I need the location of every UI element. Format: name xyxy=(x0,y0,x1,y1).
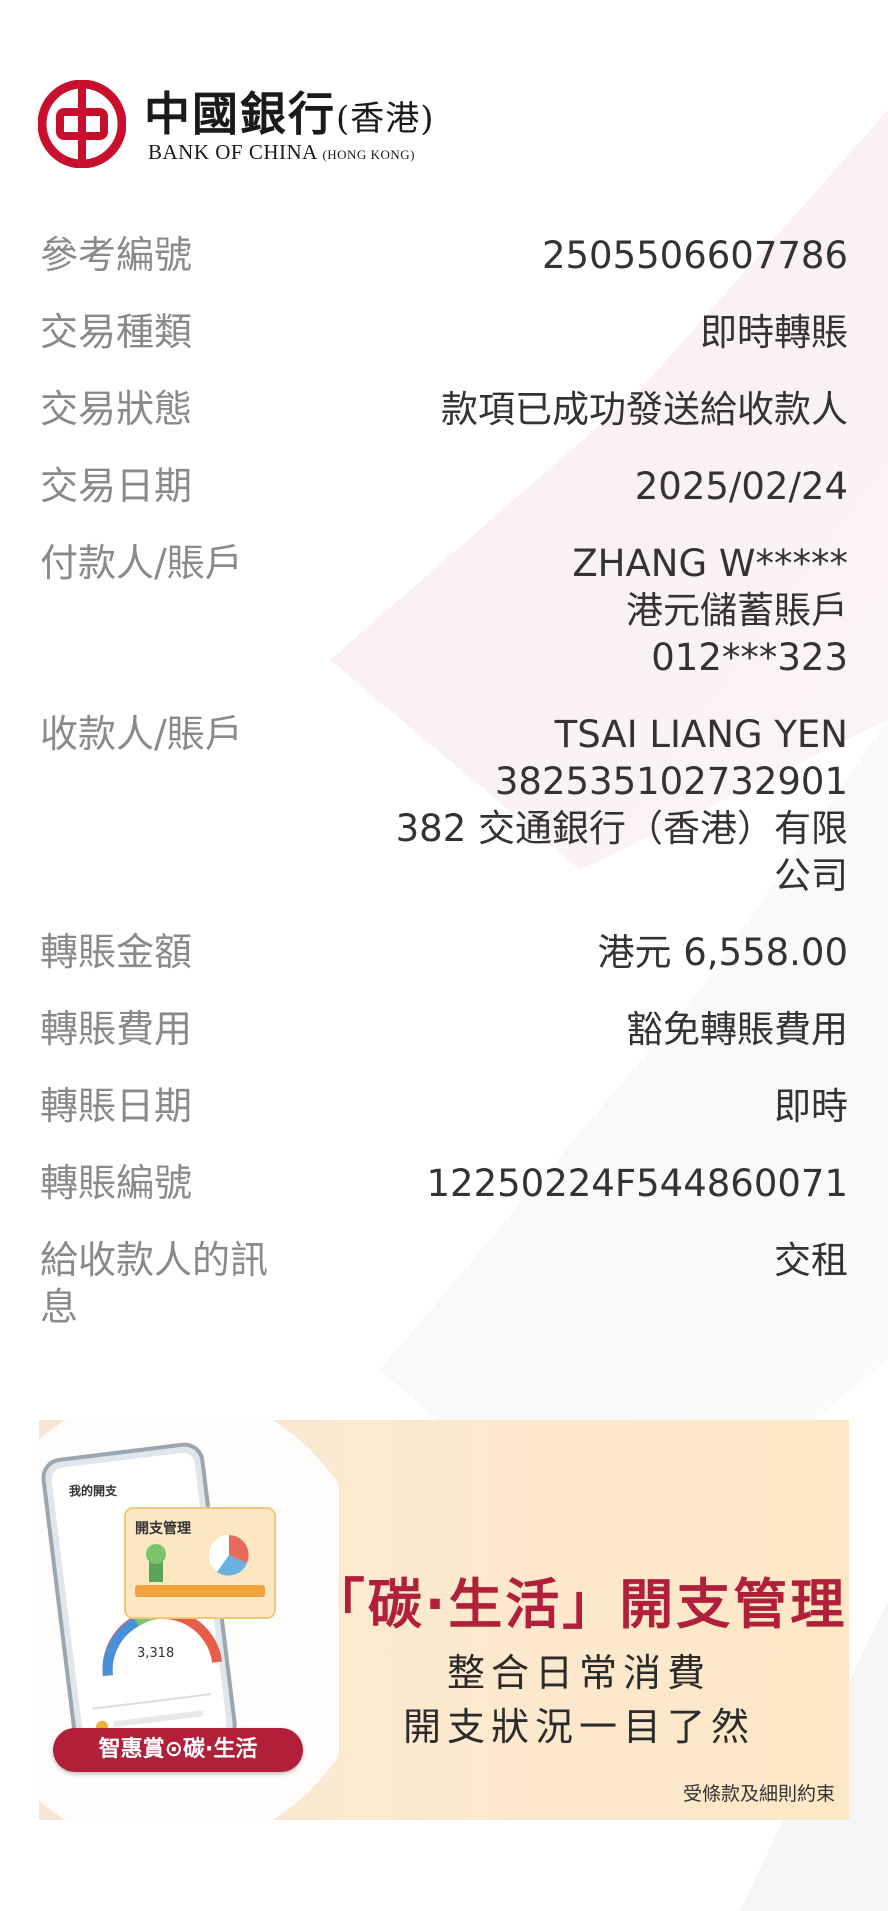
reward-pill[interactable]: 智惠賞⊙碳·生活 xyxy=(53,1728,303,1772)
detail-label: 轉賬日期 xyxy=(40,1084,193,1128)
detail-label: 收款人/賬戶 xyxy=(40,712,243,756)
detail-label: 轉賬費用 xyxy=(40,1007,193,1051)
detail-label: 轉賬編號 xyxy=(40,1161,193,1205)
detail-value: 12250224F544860071 xyxy=(426,1162,848,1205)
detail-value: 即時轉賬 xyxy=(700,311,848,354)
detail-row-type: 交易種類 即時轉賬 xyxy=(40,309,848,356)
detail-value: 豁免轉賬費用 xyxy=(626,1008,848,1051)
detail-row-transfer-number: 轉賬編號 12250224F544860071 xyxy=(40,1160,848,1207)
transaction-details: 參考編號 2505506607786 交易種類 即時轉賬 交易狀態 款項已成功發… xyxy=(40,232,848,1361)
detail-row-transfer-date: 轉賬日期 即時 xyxy=(40,1083,848,1130)
detail-value: 2505506607786 xyxy=(541,234,848,277)
detail-row-message: 給收款人的訊息 交租 xyxy=(40,1237,848,1331)
detail-label: 交易日期 xyxy=(40,464,193,508)
detail-value: 2025/02/24 xyxy=(634,465,848,508)
detail-label: 給收款人的訊息 xyxy=(40,1238,269,1329)
detail-value: 港元 6,558.00 xyxy=(597,931,848,974)
boc-emblem-icon xyxy=(38,80,126,168)
detail-value: 即時 xyxy=(774,1085,848,1128)
detail-label: 交易種類 xyxy=(40,310,193,354)
detail-row-date: 交易日期 2025/02/24 xyxy=(40,463,848,510)
detail-label: 轉賬金額 xyxy=(40,930,193,974)
detail-label: 交易狀態 xyxy=(40,387,193,431)
detail-label: 付款人/賬戶 xyxy=(40,541,243,585)
detail-row-status: 交易狀態 款項已成功發送給收款人 xyxy=(40,386,848,433)
banner-subtitle-1: 整合日常消費 xyxy=(446,1651,711,1695)
phone-heading: 我的開支 xyxy=(69,1484,118,1498)
detail-value: 款項已成功發送給收款人 xyxy=(441,388,848,431)
banner-subtitle-2: 開支狀況一目了然 xyxy=(402,1705,755,1749)
detail-label: 參考編號 xyxy=(40,233,193,277)
bank-logo: 中國銀行(香港) BANK OF CHINA (HONG KONG) xyxy=(38,78,458,168)
detail-value: TSAI LIANG YEN 382535102732901 382 交通銀行（… xyxy=(395,713,848,897)
detail-row-fee: 轉賬費用 豁免轉賬費用 xyxy=(40,1006,848,1053)
phone-amount: 3,318 xyxy=(137,1646,175,1661)
detail-value: ZHANG W***** 港元儲蓄賬戶 012***323 xyxy=(572,542,848,679)
banner-title: 「碳·生活」開支管理 xyxy=(310,1573,848,1636)
banner-terms: 受條款及細則約束 xyxy=(682,1783,835,1805)
promo-banner[interactable]: 開支管理 我的開支 3,318 智惠賞⊙碳·生活 「碳·生活」開支管理 整合日常… xyxy=(39,1420,849,1820)
bank-name-chinese: 中國銀行(香港) xyxy=(144,87,435,141)
bank-name-english: BANK OF CHINA (HONG KONG) xyxy=(148,140,415,164)
phone-card-title: 開支管理 xyxy=(135,1521,191,1537)
detail-row-payee: 收款人/賬戶 TSAI LIANG YEN 382535102732901 38… xyxy=(40,711,848,899)
detail-row-amount: 轉賬金額 港元 6,558.00 xyxy=(40,929,848,976)
detail-value: 交租 xyxy=(774,1239,848,1282)
detail-row-payer: 付款人/賬戶 ZHANG W***** 港元儲蓄賬戶 012***323 xyxy=(40,540,848,681)
detail-row-reference: 參考編號 2505506607786 xyxy=(40,232,848,279)
